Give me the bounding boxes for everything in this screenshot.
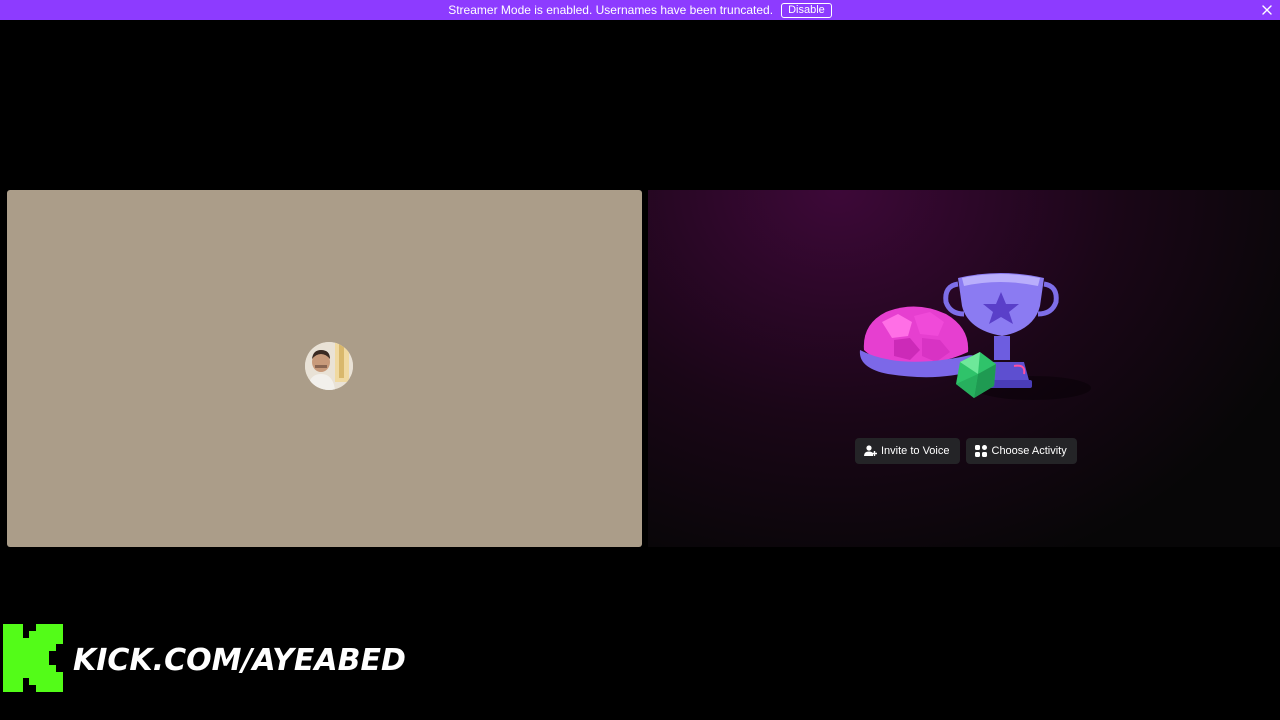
activity-grid-icon (974, 444, 988, 458)
invite-to-voice-label: Invite to Voice (881, 445, 950, 457)
kick-logo-icon (3, 623, 63, 697)
close-icon[interactable] (1258, 0, 1276, 20)
activity-actions: Invite to Voice Choose Activity (855, 438, 1077, 464)
streamer-mode-message: Streamer Mode is enabled. Usernames have… (448, 3, 774, 17)
user-avatar (305, 342, 353, 390)
activity-tile: Invite to Voice Choose Activity (648, 190, 1280, 547)
trophy-dice-illustration (858, 266, 1103, 416)
participant-tile[interactable] (7, 190, 642, 547)
choose-activity-label: Choose Activity (991, 445, 1067, 457)
invite-to-voice-button[interactable]: Invite to Voice (855, 438, 960, 464)
kick-watermark: KICK.COM/AYEABED (3, 623, 406, 697)
voice-call-window: Streamer Mode is enabled. Usernames have… (0, 0, 1280, 720)
choose-activity-button[interactable]: Choose Activity (965, 438, 1077, 464)
kick-channel-text: KICK.COM/AYEABED (73, 642, 406, 678)
streamer-mode-banner: Streamer Mode is enabled. Usernames have… (0, 0, 1280, 20)
add-user-icon (863, 444, 877, 458)
disable-streamer-mode-button[interactable]: Disable (781, 2, 832, 18)
